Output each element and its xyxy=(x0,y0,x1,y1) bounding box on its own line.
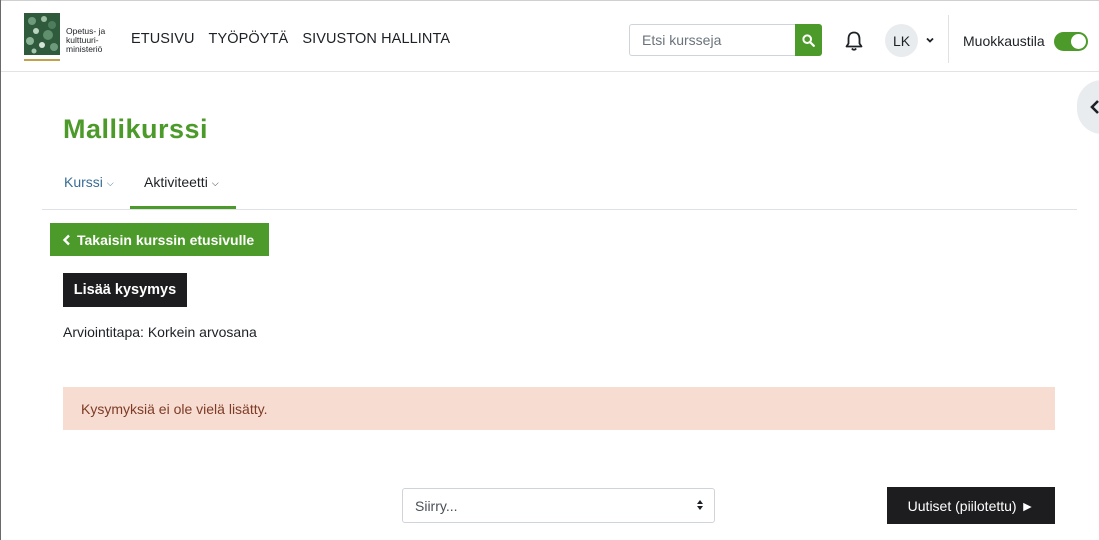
jump-to-label: Siirry... xyxy=(415,497,458,514)
grading-method-text: Arviointitapa: Korkein arvosana xyxy=(63,324,257,340)
search-input[interactable] xyxy=(629,24,795,56)
active-tab-indicator xyxy=(130,206,236,209)
top-navbar: Opetus- ja kulttuuri- ministeriö ETUSIVU… xyxy=(1,1,1099,72)
chevron-down-icon: ⌵ xyxy=(106,178,114,188)
notifications-bell-icon[interactable] xyxy=(844,30,864,52)
nav-item-tyopoyta[interactable]: TYÖPÖYTÄ xyxy=(209,31,289,47)
ministry-emblem-icon[interactable] xyxy=(24,13,60,63)
brand-text: Opetus- ja kulttuuri- ministeriö xyxy=(66,27,105,54)
edit-mode-label: Muokkaustila xyxy=(963,33,1045,49)
primary-nav: ETUSIVU TYÖPÖYTÄ SIVUSTON HALLINTA xyxy=(131,31,450,47)
tab-kurssi[interactable]: Kurssi ⌵ xyxy=(64,174,114,190)
no-questions-alert: Kysymyksiä ei ole vielä lisätty. xyxy=(63,387,1055,430)
add-question-button[interactable]: Lisää kysymys xyxy=(63,273,187,307)
tab-aktiviteetti-label: Aktiviteetti xyxy=(144,174,208,190)
edit-mode-toggle[interactable] xyxy=(1054,32,1088,51)
chevron-down-icon: ⌵ xyxy=(211,178,219,188)
brand-line-3: ministeriö xyxy=(66,44,103,54)
search-icon xyxy=(802,33,815,47)
select-arrows-icon xyxy=(697,500,703,510)
nav-item-sivuston-hallinta[interactable]: SIVUSTON HALLINTA xyxy=(302,31,450,47)
next-activity-button[interactable]: Uutiset (piilotettu) ► xyxy=(887,487,1055,524)
frame-left-border xyxy=(0,0,1,540)
open-drawer-button[interactable] xyxy=(1077,80,1099,134)
back-to-course-button[interactable]: Takaisin kurssin etusivulle xyxy=(50,223,269,256)
user-avatar[interactable]: LK xyxy=(885,24,918,57)
chevron-down-icon[interactable] xyxy=(925,35,935,45)
jump-to-select[interactable]: Siirry... xyxy=(402,488,715,523)
tab-aktiviteetti[interactable]: Aktiviteetti ⌵ xyxy=(144,174,219,190)
navbar-divider xyxy=(948,15,949,63)
secondary-nav: Kurssi ⌵ Aktiviteetti ⌵ xyxy=(42,162,1077,210)
chevron-left-icon xyxy=(1090,100,1099,114)
back-button-label: Takaisin kurssin etusivulle xyxy=(77,231,255,248)
search-button[interactable] xyxy=(795,24,822,56)
chevron-left-icon xyxy=(62,234,70,245)
tab-kurssi-label: Kurssi xyxy=(64,174,103,190)
toggle-knob xyxy=(1071,34,1086,49)
nav-item-etusivu[interactable]: ETUSIVU xyxy=(131,31,195,47)
course-search xyxy=(629,24,822,56)
page-title: Mallikurssi xyxy=(63,114,209,144)
